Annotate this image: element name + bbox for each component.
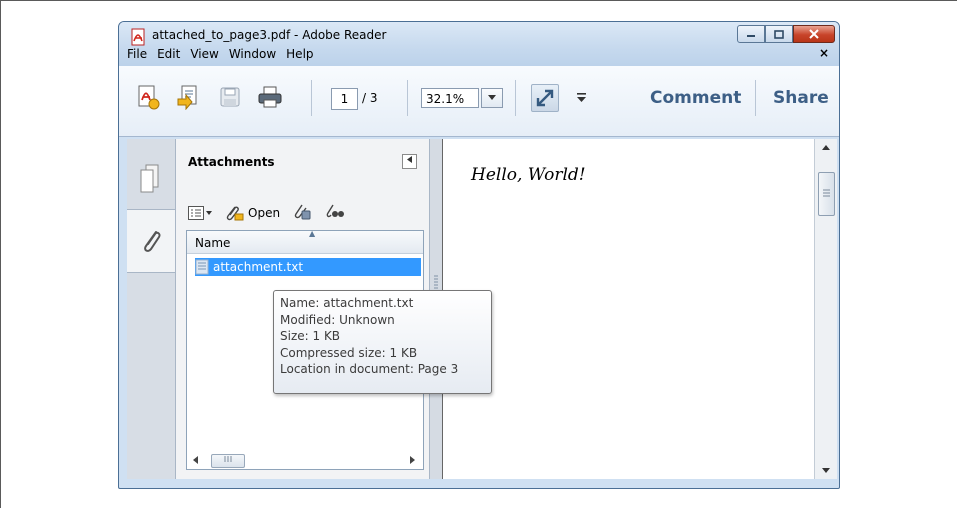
navigation-rail [127,139,176,479]
toolbar-overflow-button[interactable] [574,84,588,110]
save-icon [220,87,240,107]
minimize-icon [747,35,755,37]
chevron-right-icon [410,456,415,464]
print-button[interactable] [257,84,283,110]
window-controls [737,25,835,43]
edit-file-button[interactable] [175,84,201,110]
edit-file-icon [177,85,197,110]
chevron-left-icon [193,456,198,464]
list-item[interactable]: attachment.txt [195,258,421,276]
tooltip-compressed-size: Compressed size: 1 KB [280,345,418,360]
maximize-button[interactable] [765,25,793,43]
scroll-thumb[interactable] [211,454,245,468]
chevron-down-icon [206,210,212,215]
search-attachments-button[interactable] [324,202,345,223]
save-attachment-icon [294,204,311,220]
menu-file[interactable]: File [127,47,147,61]
chevron-down-icon [488,95,496,100]
sort-ascending-icon: ▲ [309,229,316,238]
tooltip-modified: Modified: Unknown [280,312,395,327]
menu-view[interactable]: View [190,47,218,61]
comment-button[interactable]: Comment [650,88,741,108]
scroll-thumb[interactable] [818,172,835,216]
toolbar-separator [407,80,408,116]
fullscreen-icon [536,89,554,107]
grip-icon [224,456,232,462]
attachments-tab[interactable] [127,209,175,273]
panel-toolbar: Open [188,202,345,223]
grip-icon [434,275,438,289]
save-attachment-button[interactable] [292,202,312,223]
toolbar: 1 / 3 32.1% Comment Share [119,66,839,137]
create-pdf-icon [138,85,160,110]
zoom-dropdown-button[interactable] [481,88,503,108]
panel-title: Attachments [188,155,275,169]
create-pdf-button[interactable] [135,84,161,110]
text-file-icon [195,259,209,275]
maximize-icon [774,29,784,39]
print-icon [258,86,282,108]
page-number-input[interactable]: 1 [331,88,358,110]
menubar: File Edit View Window Help × [119,44,839,64]
tooltip-location: Location in document: Page 3 [280,362,459,376]
fullscreen-button[interactable] [531,84,559,112]
page-total-label: / 3 [362,91,378,105]
paperclip-icon [144,231,161,252]
options-list-icon [188,205,204,220]
window-title: attached_to_page3.pdf - Adobe Reader [152,28,387,42]
horizontal-scrollbar[interactable] [189,453,419,468]
search-attachment-icon [326,204,345,218]
open-attachment-button[interactable]: Open [224,204,280,222]
grip-icon [823,189,830,197]
open-label: Open [248,205,281,220]
toolbar-separator [311,80,312,116]
tooltip-name: Name: attachment.txt [280,296,414,310]
close-button[interactable] [793,25,835,43]
document-view[interactable]: Hello, World! [442,139,814,479]
zoom-input[interactable]: 32.1% [421,88,479,108]
menu-help[interactable]: Help [286,47,313,61]
chevron-left-icon [407,156,412,163]
close-icon [809,29,819,39]
app-window: attached_to_page3.pdf - Adobe Reader Fil… [118,21,840,489]
toolbar-separator [755,80,756,116]
attachment-tooltip: Name: attachment.txt Modified: Unknown S… [273,290,492,394]
list-item-label: attachment.txt [213,260,304,274]
panel-collapse-button[interactable] [402,154,417,169]
document-text: Hello, World! [471,165,586,185]
save-button[interactable] [217,84,243,110]
share-button[interactable]: Share [773,88,829,108]
pages-icon [140,164,159,193]
column-header-label: Name [195,236,231,250]
minimize-button[interactable] [737,25,765,43]
open-attachment-icon [226,205,244,220]
vertical-scrollbar[interactable] [814,139,837,479]
menu-edit[interactable]: Edit [157,47,180,61]
tooltip-size: Size: 1 KB [280,329,341,343]
toolbar-separator [515,80,516,116]
name-column-header[interactable]: ▲ Name [187,229,423,254]
chevron-down-icon [822,468,830,473]
options-menu-button[interactable] [188,205,212,220]
pages-tab[interactable] [127,147,175,209]
overflow-chevron-icon [576,92,586,102]
document-close-button[interactable]: × [819,46,829,60]
menu-window[interactable]: Window [229,47,276,61]
chevron-up-icon [822,145,830,150]
